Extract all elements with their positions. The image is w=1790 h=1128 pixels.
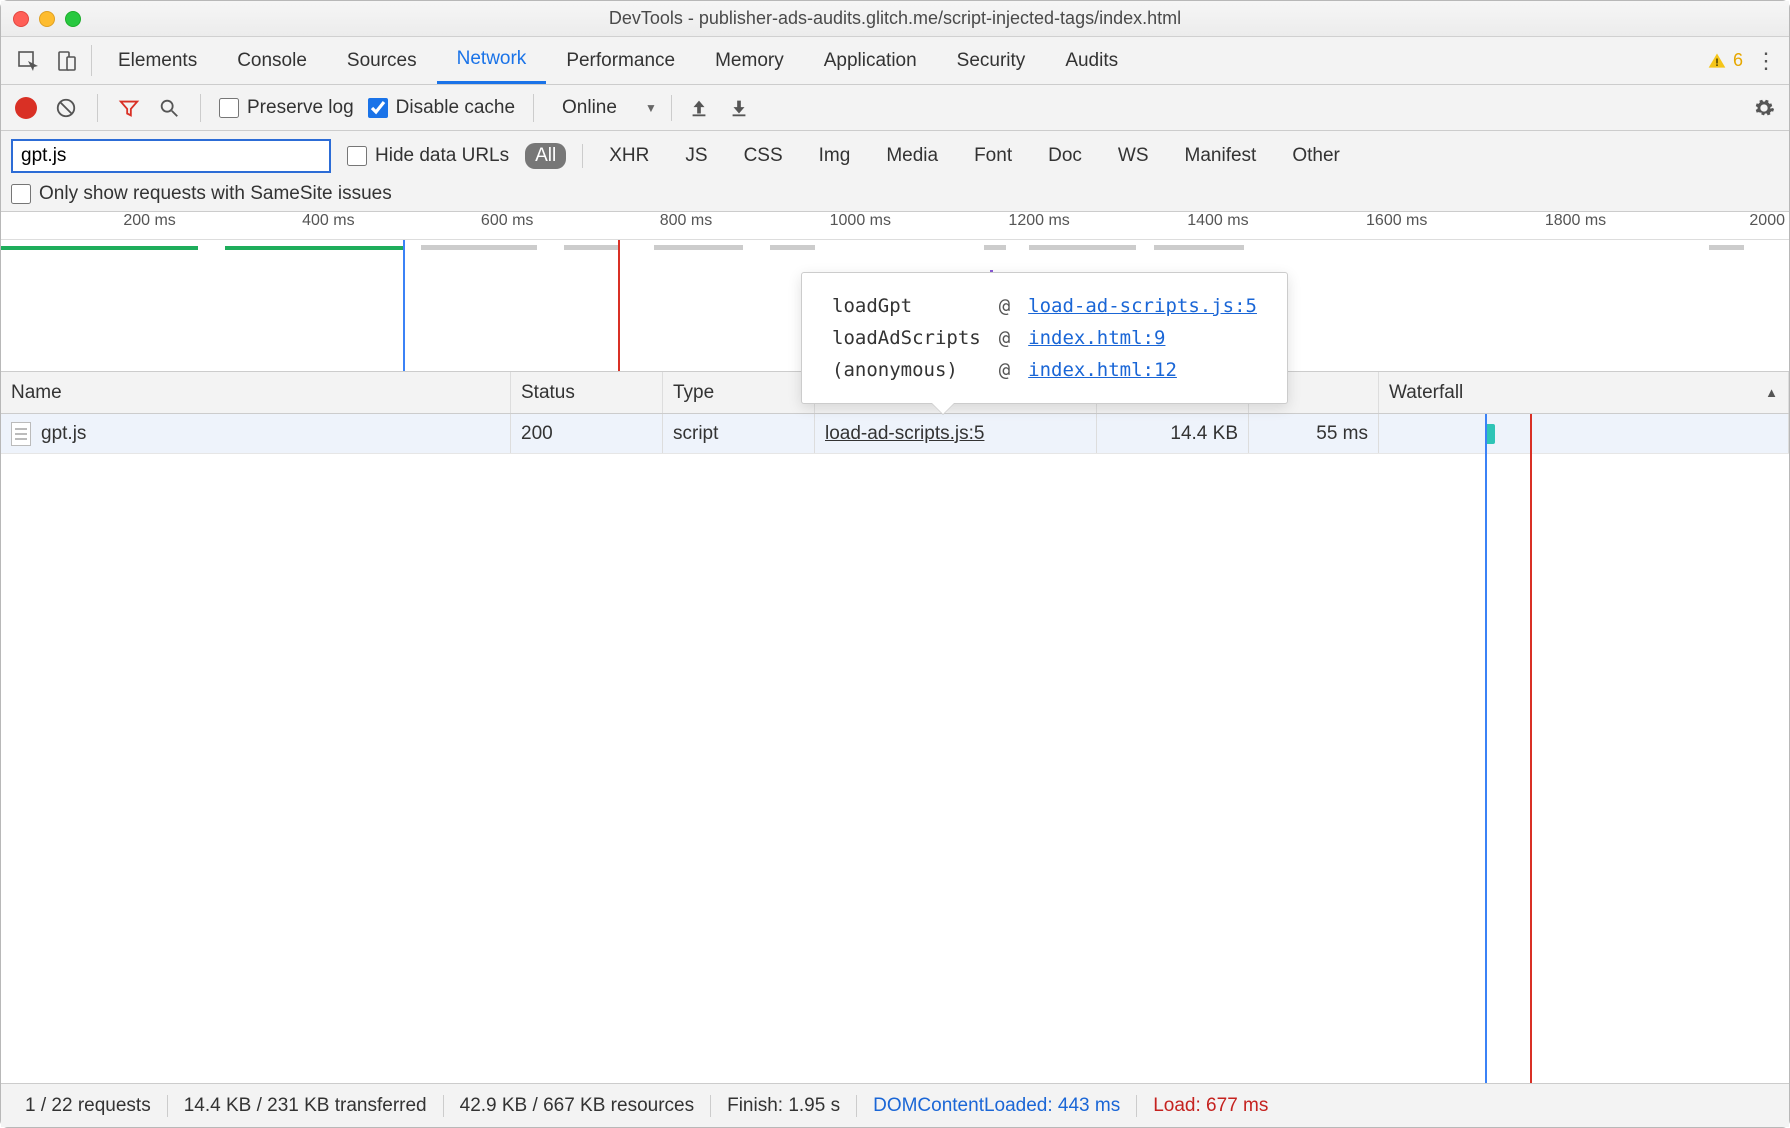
load-line	[1530, 414, 1532, 1083]
stack-link[interactable]: index.html:9	[1028, 327, 1165, 349]
tick-label: 1200 ms	[1008, 212, 1073, 230]
devtools-tabstrip: Elements Console Sources Network Perform…	[1, 37, 1789, 85]
dcl-line	[1485, 414, 1487, 1083]
download-har-icon[interactable]	[726, 95, 752, 121]
col-header-waterfall-label: Waterfall	[1389, 382, 1463, 404]
status-requests: 1 / 22 requests	[9, 1095, 168, 1117]
col-header-type[interactable]: Type	[663, 372, 815, 413]
tab-sources[interactable]: Sources	[327, 37, 437, 84]
preserve-log-label: Preserve log	[247, 97, 354, 119]
tab-network[interactable]: Network	[437, 37, 547, 84]
filter-type-img[interactable]: Img	[809, 143, 861, 169]
inspect-icon[interactable]	[9, 37, 47, 84]
filter-icon[interactable]	[116, 95, 142, 121]
throttling-select[interactable]: Online ▼	[552, 95, 672, 121]
stack-link[interactable]: load-ad-scripts.js:5	[1028, 295, 1257, 317]
initiator-stack-tooltip: loadGpt@load-ad-scripts.js:5 loadAdScrip…	[801, 272, 1288, 404]
overview-bars	[1, 242, 1789, 254]
load-marker	[618, 240, 620, 371]
filter-type-ws[interactable]: WS	[1108, 143, 1159, 169]
filter-type-other[interactable]: Other	[1282, 143, 1350, 169]
request-time: 55 ms	[1249, 414, 1379, 453]
hide-data-urls-label: Hide data URLs	[375, 145, 509, 167]
status-finish: Finish: 1.95 s	[711, 1095, 857, 1117]
filter-type-doc[interactable]: Doc	[1038, 143, 1092, 169]
samesite-checkbox[interactable]: Only show requests with SameSite issues	[11, 183, 392, 205]
tab-memory[interactable]: Memory	[695, 37, 804, 84]
tab-performance[interactable]: Performance	[546, 37, 695, 84]
clear-button[interactable]	[53, 95, 79, 121]
request-name: gpt.js	[41, 423, 86, 445]
more-menu-icon[interactable]: ⋮	[1751, 37, 1781, 84]
filter-type-all[interactable]: All	[525, 143, 566, 169]
preserve-log-checkbox[interactable]: Preserve log	[219, 97, 354, 119]
network-toolbar: Preserve log Disable cache Online ▼	[1, 85, 1789, 131]
tab-elements[interactable]: Elements	[98, 37, 217, 84]
settings-gear-icon[interactable]	[1751, 95, 1777, 121]
stack-fn: loadGpt	[824, 291, 989, 321]
col-header-status[interactable]: Status	[511, 372, 663, 413]
warnings-count: 6	[1733, 50, 1743, 71]
filter-input[interactable]	[11, 139, 331, 173]
tick-label: 200 ms	[123, 212, 179, 230]
tick-label: 2000	[1749, 212, 1789, 230]
col-header-waterfall[interactable]: Waterfall ▲	[1379, 372, 1789, 413]
tab-security[interactable]: Security	[937, 37, 1046, 84]
col-header-name[interactable]: Name	[1, 372, 511, 413]
filter-type-font[interactable]: Font	[964, 143, 1022, 169]
tab-application[interactable]: Application	[804, 37, 937, 84]
network-overview[interactable]: 200 ms 400 ms 600 ms 800 ms 1000 ms 1200…	[1, 212, 1789, 372]
sort-asc-icon: ▲	[1765, 385, 1778, 400]
stack-fn: (anonymous)	[824, 355, 989, 385]
disable-cache-label: Disable cache	[396, 97, 515, 119]
device-toggle-icon[interactable]	[47, 37, 85, 84]
tab-console[interactable]: Console	[217, 37, 327, 84]
request-row[interactable]: gpt.js 200 script load-ad-scripts.js:5 1…	[1, 414, 1789, 454]
filter-type-manifest[interactable]: Manifest	[1175, 143, 1267, 169]
request-size: 14.4 KB	[1097, 414, 1249, 453]
filter-type-css[interactable]: CSS	[734, 143, 793, 169]
request-status: 200	[511, 414, 663, 453]
stack-link[interactable]: index.html:12	[1028, 359, 1177, 381]
throttling-value: Online	[562, 97, 617, 119]
chevron-down-icon: ▼	[645, 101, 657, 115]
request-initiator[interactable]: load-ad-scripts.js:5	[825, 423, 984, 445]
request-type: script	[663, 414, 815, 453]
upload-har-icon[interactable]	[686, 95, 712, 121]
disable-cache-checkbox[interactable]: Disable cache	[368, 97, 515, 119]
stack-fn: loadAdScripts	[824, 323, 989, 353]
tick-label: 1800 ms	[1545, 212, 1610, 230]
status-resources: 42.9 KB / 667 KB resources	[444, 1095, 711, 1117]
filter-type-media[interactable]: Media	[876, 143, 948, 169]
status-dcl: DOMContentLoaded: 443 ms	[857, 1095, 1137, 1117]
status-load: Load: 677 ms	[1137, 1095, 1284, 1117]
window-title: DevTools - publisher-ads-audits.glitch.m…	[1, 8, 1789, 29]
samesite-label: Only show requests with SameSite issues	[39, 183, 392, 205]
script-file-icon	[11, 422, 31, 446]
network-table-body: gpt.js 200 script load-ad-scripts.js:5 1…	[1, 414, 1789, 1083]
network-status-bar: 1 / 22 requests 14.4 KB / 231 KB transfe…	[1, 1083, 1789, 1127]
hide-data-urls-checkbox[interactable]: Hide data URLs	[347, 145, 509, 167]
tick-label: 400 ms	[302, 212, 358, 230]
record-button[interactable]	[13, 95, 39, 121]
network-filter-bar: Hide data URLs All XHR JS CSS Img Media …	[1, 131, 1789, 212]
window-titlebar: DevTools - publisher-ads-audits.glitch.m…	[1, 1, 1789, 37]
tick-label: 1400 ms	[1187, 212, 1252, 230]
tick-label: 800 ms	[660, 212, 716, 230]
search-icon[interactable]	[156, 95, 182, 121]
warnings-badge[interactable]: 6	[1707, 37, 1751, 84]
tick-label: 1600 ms	[1366, 212, 1431, 230]
status-transferred: 14.4 KB / 231 KB transferred	[168, 1095, 444, 1117]
tab-audits[interactable]: Audits	[1045, 37, 1138, 84]
tick-label: 600 ms	[481, 212, 537, 230]
filter-type-xhr[interactable]: XHR	[599, 143, 659, 169]
tick-label: 1000 ms	[830, 212, 895, 230]
dcl-marker	[403, 240, 405, 371]
request-waterfall-cell	[1379, 414, 1789, 453]
timeline-ruler: 200 ms 400 ms 600 ms 800 ms 1000 ms 1200…	[1, 212, 1789, 240]
filter-type-js[interactable]: JS	[675, 143, 717, 169]
